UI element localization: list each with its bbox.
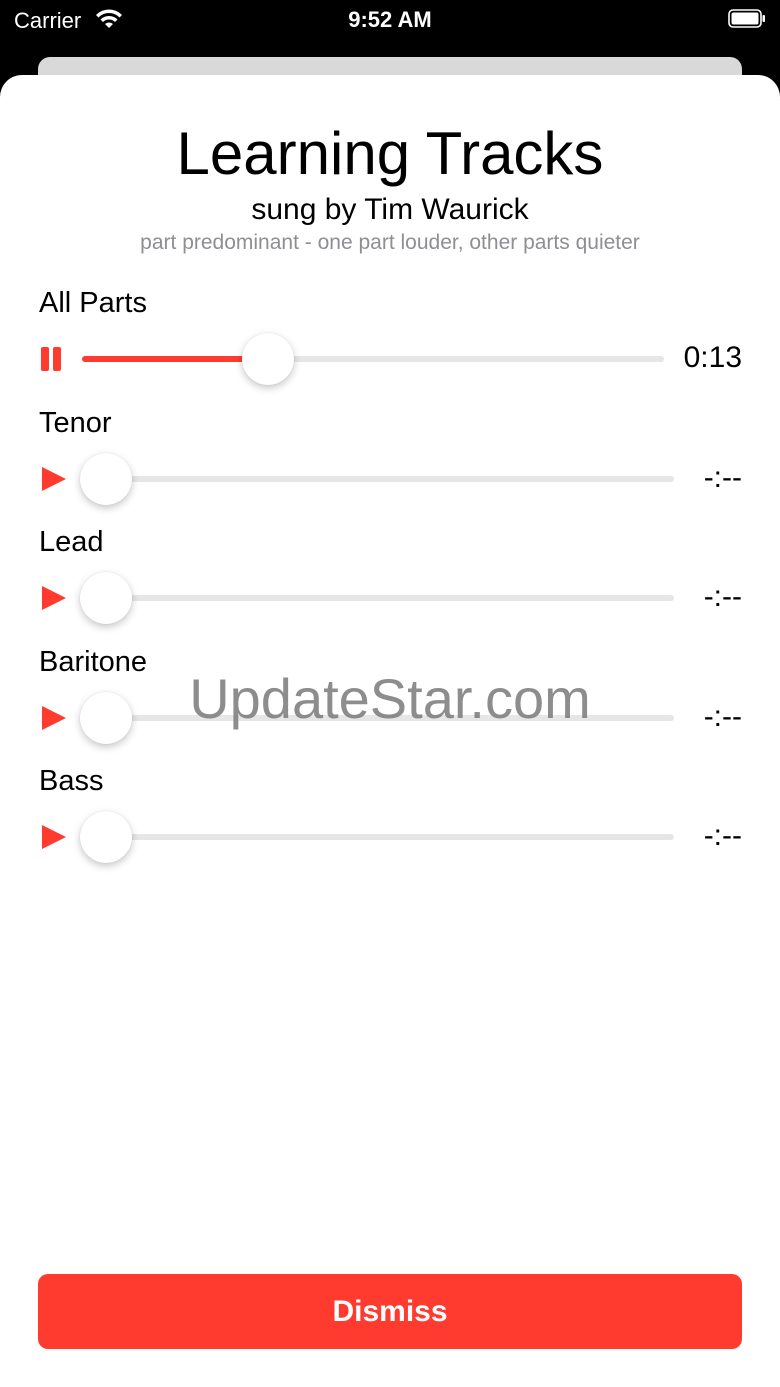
track-time: -:-- — [703, 819, 742, 852]
track-slider-knob[interactable] — [242, 333, 295, 385]
status-bar: Carrier 9:52 AM — [0, 0, 780, 56]
play-icon[interactable] — [39, 584, 67, 612]
page-title: Learning Tracks — [176, 120, 604, 187]
track-slider-knob[interactable] — [80, 811, 132, 863]
track-slider-knob[interactable] — [80, 572, 132, 624]
track-label: All Parts — [39, 287, 147, 319]
track-progress-fill — [82, 356, 269, 362]
track-slider-rail[interactable] — [106, 595, 674, 601]
track-slider-rail[interactable] — [106, 475, 674, 482]
track-time: -:-- — [703, 580, 742, 613]
track-label: Tenor — [39, 406, 112, 439]
play-icon[interactable] — [39, 465, 67, 493]
pause-icon[interactable] — [39, 345, 67, 373]
track-time: 0:13 — [683, 341, 742, 374]
track-label: Bass — [39, 765, 104, 797]
track-slider-rail[interactable] — [106, 834, 674, 840]
watermark: UpdateStar.com — [189, 667, 591, 730]
mix-note: part predominant - one part louder, othe… — [140, 231, 640, 254]
battery-icon — [728, 9, 765, 28]
play-icon[interactable] — [39, 823, 67, 851]
dismiss-button[interactable]: Dismiss — [38, 1274, 742, 1349]
track-label: Lead — [39, 526, 104, 558]
status-time: 9:52 AM — [348, 7, 432, 32]
track-slider-knob[interactable] — [80, 452, 132, 505]
page-subtitle: sung by Tim Waurick — [251, 193, 529, 226]
track-time: -:-- — [703, 460, 742, 494]
